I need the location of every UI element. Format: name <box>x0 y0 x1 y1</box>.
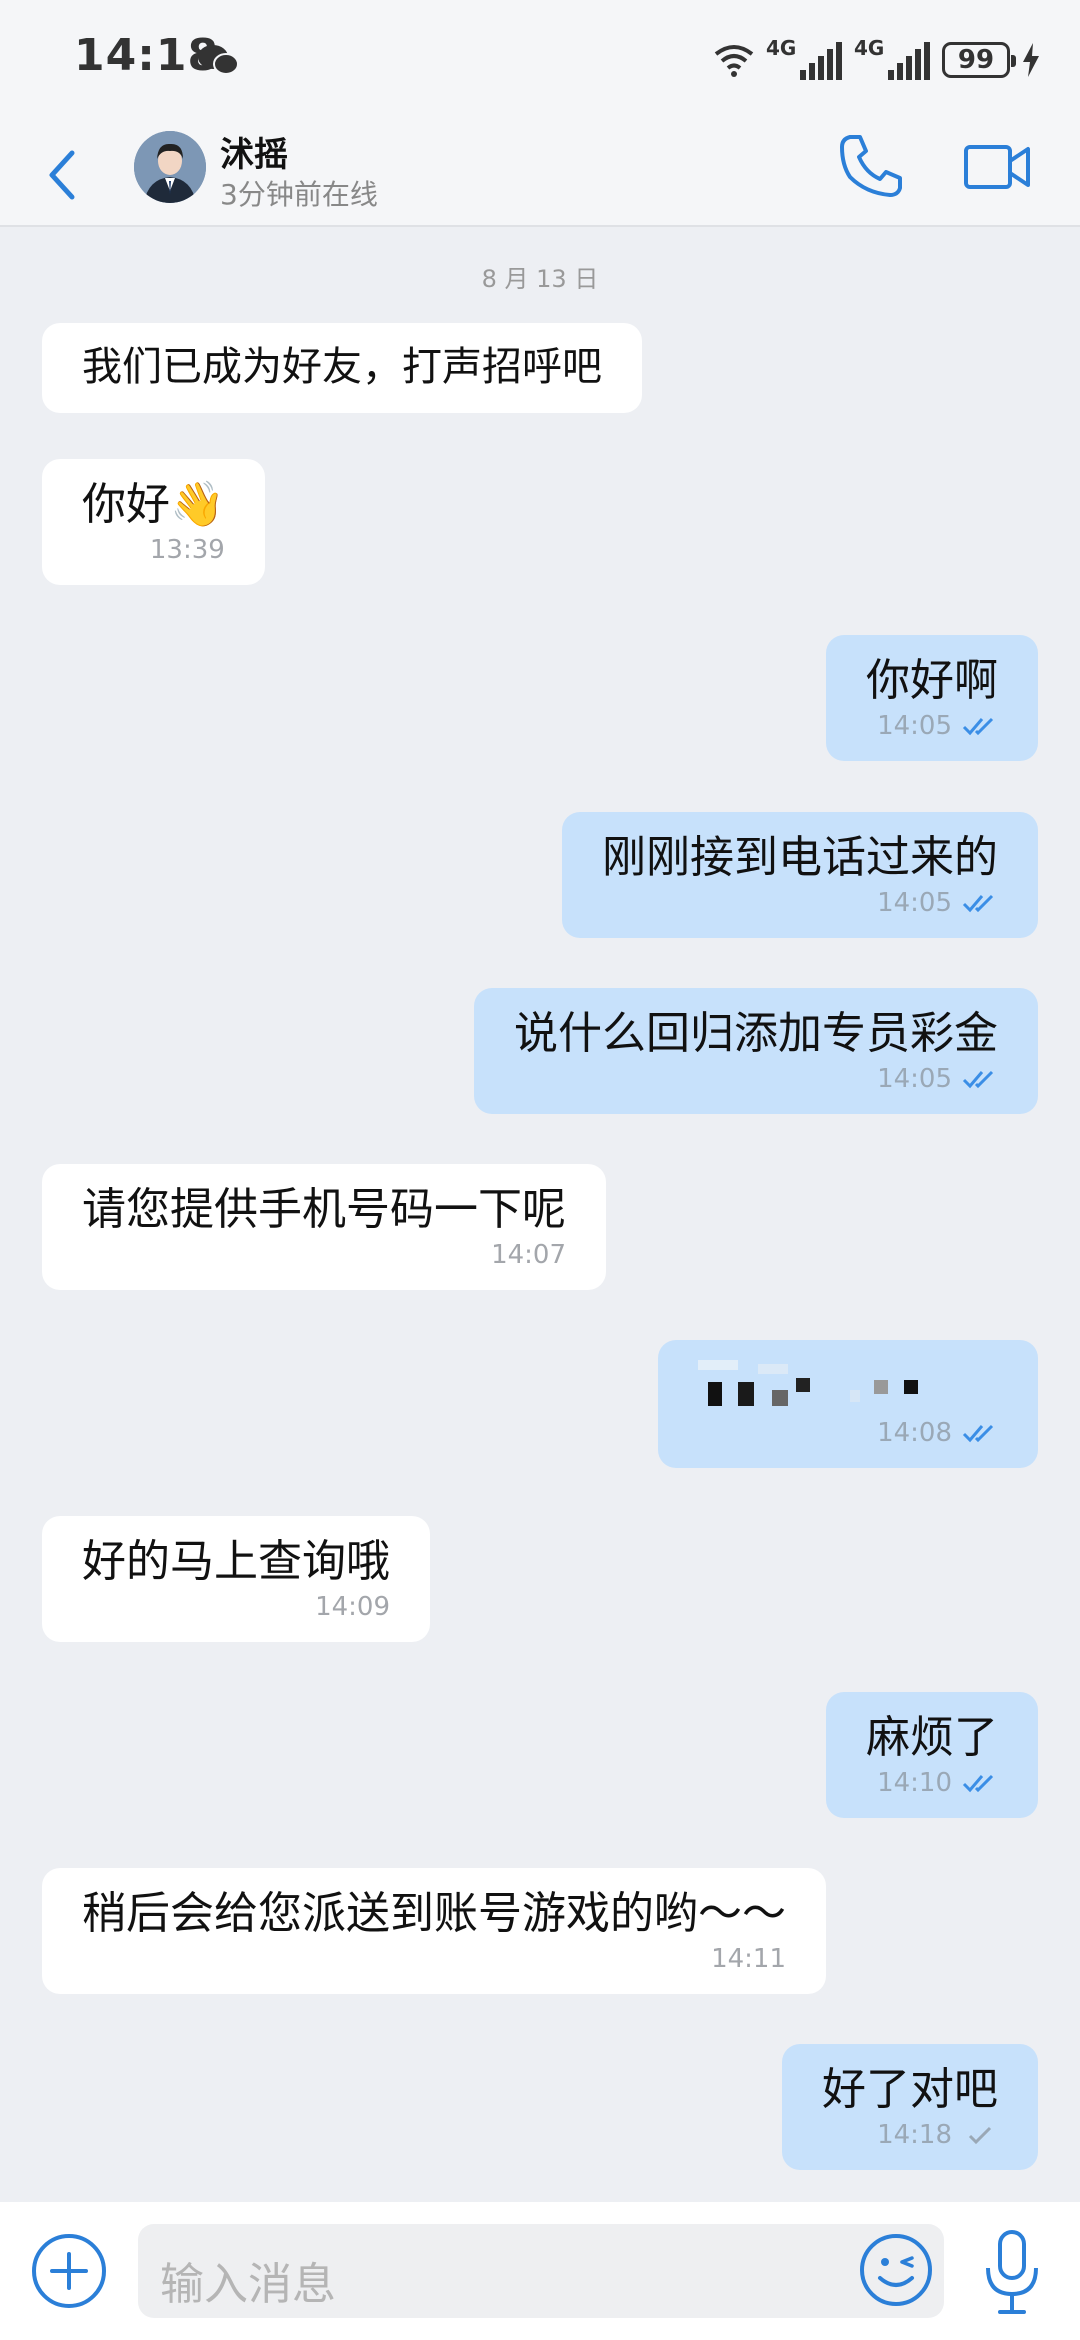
back-arrow-icon[interactable] <box>40 143 84 207</box>
voice-call-icon[interactable] <box>836 131 906 201</box>
contact-online-status: 3分钟前在线 <box>220 178 378 211</box>
microphone-icon[interactable] <box>980 2228 1044 2316</box>
message-time: 14:08 <box>877 1418 952 1448</box>
wechat-notification-icon <box>198 45 239 75</box>
message-bubble-outgoing[interactable]: 你好啊 14:05 <box>826 635 1038 761</box>
message-list[interactable]: 8 月 13 日 我们已成为好友，打声招呼吧 你好👋 13:39 你好啊 14:… <box>0 227 1080 2202</box>
signal-strength-2: 4G <box>854 36 930 80</box>
message-text: 你好👋 <box>82 479 225 530</box>
message-bubble-incoming[interactable]: 请您提供手机号码一下呢 14:07 <box>42 1164 606 1290</box>
message-text: 稍后会给您派送到账号游戏的哟～～ <box>82 1888 786 1939</box>
contact-name[interactable]: 沭摇 <box>220 127 288 176</box>
message-time: 14:05 <box>877 888 952 918</box>
message-time: 13:39 <box>149 535 225 565</box>
message-bubble-outgoing[interactable]: 好了对吧 14:18 <box>782 2044 1038 2170</box>
message-bubble-incoming[interactable]: 我们已成为好友，打声招呼吧 <box>42 323 642 413</box>
message-bubble-outgoing-redacted[interactable]: 14:08 <box>658 1340 1038 1468</box>
date-divider: 8 月 13 日 <box>481 265 599 293</box>
read-receipt-icon <box>962 1070 994 1089</box>
sent-check-icon <box>968 2126 992 2145</box>
contact-avatar[interactable] <box>134 131 206 203</box>
message-text-redacted <box>698 1358 998 1416</box>
message-text: 刚刚接到电话过来的 <box>602 832 998 883</box>
network-type-label: 4G <box>766 36 797 60</box>
read-receipt-icon <box>962 894 994 913</box>
message-bubble-outgoing[interactable]: 说什么回归添加专员彩金 14:05 <box>474 988 1038 1114</box>
message-input[interactable]: 输入消息 <box>138 2224 944 2318</box>
message-text: 好了对吧 <box>822 2064 998 2115</box>
message-bubble-incoming[interactable]: 你好👋 13:39 <box>42 459 265 585</box>
message-text: 麻烦了 <box>866 1712 998 1763</box>
read-receipt-icon <box>962 717 994 736</box>
message-text: 说什么回归添加专员彩金 <box>514 1008 998 1059</box>
network-type-label: 4G <box>854 36 885 60</box>
message-text: 我们已成为好友，打声招呼吧 <box>82 344 602 390</box>
message-time: 14:05 <box>877 1064 952 1094</box>
video-call-icon[interactable] <box>962 137 1032 197</box>
message-bubble-outgoing[interactable]: 刚刚接到电话过来的 14:05 <box>562 812 1038 938</box>
message-text: 好的马上查询哦 <box>82 1536 390 1587</box>
chat-header: 沭摇 3分钟前在线 <box>0 125 1080 227</box>
message-composer: 输入消息 <box>0 2202 1080 2340</box>
read-receipt-icon <box>962 1774 994 1793</box>
message-bubble-incoming[interactable]: 稍后会给您派送到账号游戏的哟～～ 14:11 <box>42 1868 826 1994</box>
person-avatar-icon <box>134 131 206 203</box>
message-time: 14:11 <box>711 1944 786 1974</box>
message-bubble-incoming[interactable]: 好的马上查询哦 14:09 <box>42 1516 430 1642</box>
message-time: 14:05 <box>877 711 952 741</box>
message-input-placeholder: 输入消息 <box>160 2259 336 2310</box>
charging-icon <box>1023 43 1039 77</box>
status-bar: 14:18 4G 4G 99 <box>0 0 1080 125</box>
message-time: 14:18 <box>877 2120 952 2150</box>
add-attachment-icon[interactable] <box>30 2232 108 2310</box>
message-text: 你好啊 <box>866 655 998 706</box>
message-text: 请您提供手机号码一下呢 <box>82 1184 566 1235</box>
message-bubble-outgoing[interactable]: 麻烦了 14:10 <box>826 1692 1038 1818</box>
message-time: 14:09 <box>315 1592 390 1622</box>
wifi-icon <box>714 45 754 77</box>
battery-indicator: 99 <box>942 42 1016 78</box>
signal-strength-1: 4G <box>766 36 842 80</box>
message-time: 14:10 <box>877 1768 952 1798</box>
pixelated-redaction <box>698 1360 998 1416</box>
message-time: 14:07 <box>491 1240 566 1270</box>
read-receipt-icon <box>962 1424 994 1443</box>
emoji-icon[interactable] <box>858 2232 934 2308</box>
